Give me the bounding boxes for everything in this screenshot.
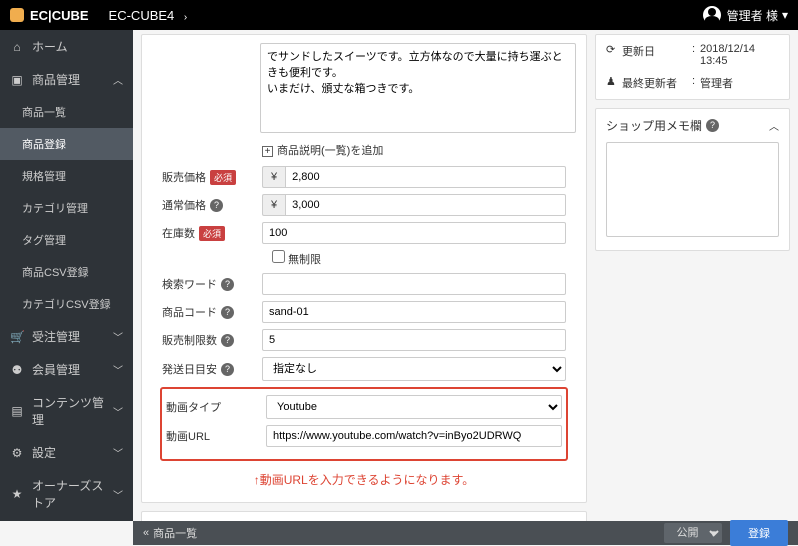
help-icon[interactable]: ? [221, 363, 234, 376]
row-stock: 在庫数必須 [152, 222, 576, 244]
stock-input[interactable] [262, 222, 566, 244]
chevron-right-icon: › [184, 12, 187, 23]
center-column: +商品説明(一覧)を追加 販売価格必須 ¥ 通常価格? ¥ 在庫数必須 [141, 30, 587, 521]
caret-down-icon: ﹀ [113, 404, 123, 419]
row-price: 販売価格必須 ¥ [152, 166, 576, 188]
row-unlimited: 無制限 [262, 250, 576, 273]
star-icon: ★ [10, 487, 24, 501]
sidebar-item-product-csv[interactable]: 商品CSV登録 [0, 256, 133, 288]
currency-addon: ¥ [262, 166, 285, 188]
sidebar-item-content[interactable]: ▤ コンテンツ管理 ﹀ [0, 386, 133, 436]
unlimited-checkbox[interactable] [272, 250, 285, 263]
caret-down-icon: ﹀ [113, 362, 123, 377]
plus-icon: + [262, 146, 273, 157]
help-icon[interactable]: ? [221, 278, 234, 291]
main-area: +商品説明(一覧)を追加 販売価格必須 ¥ 通常価格? ¥ 在庫数必須 [133, 30, 798, 521]
brand-text: EC|CUBE [30, 8, 89, 23]
person-icon: ♟ [606, 75, 622, 91]
help-icon[interactable]: ? [221, 306, 234, 319]
caret-down-icon: ﹀ [113, 445, 123, 460]
caret-down-icon: ▾ [782, 8, 788, 22]
help-icon[interactable]: ? [210, 199, 223, 212]
sidebar-item-owners[interactable]: ★ オーナーズストア ﹀ [0, 469, 133, 519]
footer-bar: « 商品一覧 公開 ▾ 登録 [133, 521, 798, 545]
sidebar-item-home[interactable]: ⌂ ホーム [0, 30, 133, 63]
page-icon: ▤ [10, 404, 24, 418]
refresh-icon: ⟳ [606, 43, 622, 67]
sidebar-item-info[interactable]: ℹ 情報 ﹀ [0, 519, 133, 521]
sidebar-item-setting[interactable]: ⚙ 設定 ﹀ [0, 436, 133, 469]
users-icon: ⚉ [10, 363, 24, 377]
user-avatar-icon [703, 6, 721, 24]
logo-icon [10, 8, 24, 22]
sidebar-item-tag[interactable]: タグ管理 [0, 224, 133, 256]
top-header: EC|CUBE EC-CUBE4 › 管理者 様 ▾ [0, 0, 798, 30]
annotation-text: ↑動画URLを入力できるようになります。 [152, 465, 576, 494]
row-video-type: 動画タイプ Youtube [162, 395, 566, 419]
home-icon: ⌂ [10, 40, 24, 54]
register-button[interactable]: 登録 [730, 520, 788, 546]
sidebar-item-category[interactable]: カテゴリ管理 [0, 192, 133, 224]
required-badge: 必須 [210, 170, 236, 185]
caret-up-icon: ︿ [769, 118, 779, 133]
row-delivery: 発送日目安? 指定なし [152, 357, 576, 381]
product-form-panel: +商品説明(一覧)を追加 販売価格必須 ¥ 通常価格? ¥ 在庫数必須 [141, 34, 587, 503]
help-icon[interactable]: ? [221, 334, 234, 347]
double-left-icon: « [143, 527, 149, 539]
video-highlight-box: 動画タイプ Youtube 動画URL [160, 387, 568, 461]
row-search-word: 検索ワード? [152, 273, 576, 295]
brand-sub[interactable]: EC-CUBE4 › [109, 8, 188, 23]
sidebar-item-product-new[interactable]: 商品登録 [0, 128, 133, 160]
memo-header[interactable]: ショップ用メモ欄 ? ︿ [596, 109, 789, 142]
box-icon: ▣ [10, 73, 24, 87]
row-limit: 販売制限数? [152, 329, 576, 351]
caret-down-icon: ﹀ [113, 487, 123, 502]
price-input[interactable] [285, 166, 566, 188]
cart-icon: 🛒 [10, 330, 24, 344]
sidebar-item-order[interactable]: 🛒 受注管理 ﹀ [0, 320, 133, 353]
sidebar-item-spec[interactable]: 規格管理 [0, 160, 133, 192]
description-textarea[interactable] [260, 43, 576, 133]
memo-panel: ショップ用メモ欄 ? ︿ [595, 108, 790, 251]
logo[interactable]: EC|CUBE [10, 8, 89, 23]
user-menu[interactable]: 管理者 様 ▾ [703, 6, 788, 24]
search-word-input[interactable] [262, 273, 566, 295]
user-label: 管理者 様 [727, 7, 778, 24]
spec-info-panel: 商品規格情報 ? ︿ この商品の規格を確認 [141, 511, 587, 521]
caret-up-icon: ︿ [113, 72, 123, 87]
memo-textarea[interactable] [606, 142, 779, 237]
video-type-select[interactable]: Youtube [266, 395, 562, 419]
normal-price-input[interactable] [285, 194, 566, 216]
main-container: ⌂ ホーム ▣ 商品管理 ︿ 商品一覧 商品登録 規格管理 カテゴリ管理 タグ管… [0, 30, 798, 521]
sidebar-item-category-csv[interactable]: カテゴリCSV登録 [0, 288, 133, 320]
code-input[interactable] [262, 301, 566, 323]
sidebar-item-member[interactable]: ⚉ 会員管理 ﹀ [0, 353, 133, 386]
sidebar: ⌂ ホーム ▣ 商品管理 ︿ 商品一覧 商品登録 規格管理 カテゴリ管理 タグ管… [0, 30, 133, 521]
row-normal-price: 通常価格? ¥ [152, 194, 576, 216]
row-video-url: 動画URL [162, 425, 566, 447]
visibility-select[interactable]: 公開 [664, 523, 722, 543]
help-icon[interactable]: ? [706, 119, 719, 132]
limit-input[interactable] [262, 329, 566, 351]
meta-info-panel: ⟳ 更新日 : 2018/12/14 13:45 ♟ 最終更新者 : 管理者 [595, 34, 790, 100]
gear-icon: ⚙ [10, 446, 24, 460]
delivery-select[interactable]: 指定なし [262, 357, 566, 381]
caret-down-icon: ﹀ [113, 329, 123, 344]
video-url-input[interactable] [266, 425, 562, 447]
currency-addon: ¥ [262, 194, 285, 216]
spec-info-header[interactable]: 商品規格情報 ? ︿ [142, 512, 586, 521]
required-badge: 必須 [199, 226, 225, 241]
add-description-link[interactable]: +商品説明(一覧)を追加 [262, 142, 576, 158]
sidebar-item-product[interactable]: ▣ 商品管理 ︿ [0, 63, 133, 96]
right-column: ⟳ 更新日 : 2018/12/14 13:45 ♟ 最終更新者 : 管理者 シ… [595, 30, 790, 521]
footer-back[interactable]: « 商品一覧 [143, 525, 197, 541]
sidebar-item-product-list[interactable]: 商品一覧 [0, 96, 133, 128]
row-code: 商品コード? [152, 301, 576, 323]
